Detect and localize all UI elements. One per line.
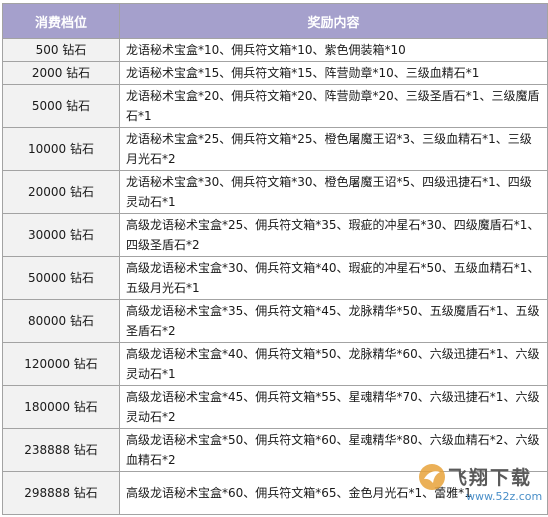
- table-row: 298888 钻石 高级龙语秘术宝盒*60、佣兵符文箱*65、金色月光石*1、蕾…: [2, 471, 548, 515]
- reward-cell: 高级龙语秘术宝盒*40、佣兵符文箱*50、龙脉精华*60、六级迅捷石*1、六级灵…: [119, 342, 548, 386]
- tier-cell: 30000 钻石: [2, 213, 120, 257]
- reward-cell: 高级龙语秘术宝盒*25、佣兵符文箱*35、瑕疵的冲星石*30、四级魔盾石*1、四…: [119, 213, 548, 257]
- table-row: 50000 钻石 高级龙语秘术宝盒*30、佣兵符文箱*40、瑕疵的冲星石*50、…: [2, 256, 548, 300]
- table-row: 30000 钻石 高级龙语秘术宝盒*25、佣兵符文箱*35、瑕疵的冲星石*30、…: [2, 213, 548, 257]
- table-row: 2000 钻石 龙语秘术宝盒*15、佣兵符文箱*15、阵营勋章*10、三级血精石…: [2, 61, 548, 85]
- reward-cell: 高级龙语秘术宝盒*35、佣兵符文箱*45、龙脉精华*50、五级魔盾石*1、五级圣…: [119, 299, 548, 343]
- table-row: 180000 钻石 高级龙语秘术宝盒*45、佣兵符文箱*55、星魂精华*70、六…: [2, 385, 548, 429]
- tier-cell: 20000 钻石: [2, 170, 120, 214]
- header-tier: 消费档位: [2, 3, 120, 39]
- reward-cell: 龙语秘术宝盒*15、佣兵符文箱*15、阵营勋章*10、三级血精石*1: [119, 61, 548, 85]
- tier-cell: 80000 钻石: [2, 299, 120, 343]
- reward-cell: 高级龙语秘术宝盒*60、佣兵符文箱*65、金色月光石*1、蕾雅*1: [119, 471, 548, 515]
- tier-cell: 238888 钻石: [2, 428, 120, 472]
- tier-cell: 50000 钻石: [2, 256, 120, 300]
- tier-cell: 5000 钻石: [2, 84, 120, 128]
- table-row: 500 钻石 龙语秘术宝盒*10、佣兵符文箱*10、紫色佣装箱*10: [2, 38, 548, 62]
- reward-cell: 龙语秘术宝盒*20、佣兵符文箱*20、阵营勋章*20、三级圣盾石*1、三级魔盾石…: [119, 84, 548, 128]
- tier-cell: 120000 钻石: [2, 342, 120, 386]
- table-row: 80000 钻石 高级龙语秘术宝盒*35、佣兵符文箱*45、龙脉精华*50、五级…: [2, 299, 548, 343]
- table-row: 120000 钻石 高级龙语秘术宝盒*40、佣兵符文箱*50、龙脉精华*60、六…: [2, 342, 548, 386]
- tier-cell: 298888 钻石: [2, 471, 120, 515]
- header-row: 消费档位 奖励内容: [2, 3, 548, 39]
- reward-table: 消费档位 奖励内容 500 钻石 龙语秘术宝盒*10、佣兵符文箱*10、紫色佣装…: [2, 3, 548, 515]
- header-reward: 奖励内容: [119, 3, 548, 39]
- tier-cell: 2000 钻石: [2, 61, 120, 85]
- reward-cell: 高级龙语秘术宝盒*45、佣兵符文箱*55、星魂精华*70、六级迅捷石*1、六级灵…: [119, 385, 548, 429]
- tier-cell: 500 钻石: [2, 38, 120, 62]
- reward-cell: 高级龙语秘术宝盒*50、佣兵符文箱*60、星魂精华*80、六级血精石*2、六级血…: [119, 428, 548, 472]
- reward-cell: 高级龙语秘术宝盒*30、佣兵符文箱*40、瑕疵的冲星石*50、五级血精石*1、五…: [119, 256, 548, 300]
- reward-cell: 龙语秘术宝盒*25、佣兵符文箱*25、橙色屠魔王诏*3、三级血精石*1、三级月光…: [119, 127, 548, 171]
- table-row: 5000 钻石 龙语秘术宝盒*20、佣兵符文箱*20、阵营勋章*20、三级圣盾石…: [2, 84, 548, 128]
- tier-cell: 180000 钻石: [2, 385, 120, 429]
- table-row: 20000 钻石 龙语秘术宝盒*30、佣兵符文箱*30、橙色屠魔王诏*5、四级迅…: [2, 170, 548, 214]
- tier-cell: 10000 钻石: [2, 127, 120, 171]
- reward-cell: 龙语秘术宝盒*10、佣兵符文箱*10、紫色佣装箱*10: [119, 38, 548, 62]
- table-row: 10000 钻石 龙语秘术宝盒*25、佣兵符文箱*25、橙色屠魔王诏*3、三级血…: [2, 127, 548, 171]
- table-row: 238888 钻石 高级龙语秘术宝盒*50、佣兵符文箱*60、星魂精华*80、六…: [2, 428, 548, 472]
- reward-cell: 龙语秘术宝盒*30、佣兵符文箱*30、橙色屠魔王诏*5、四级迅捷石*1、四级灵动…: [119, 170, 548, 214]
